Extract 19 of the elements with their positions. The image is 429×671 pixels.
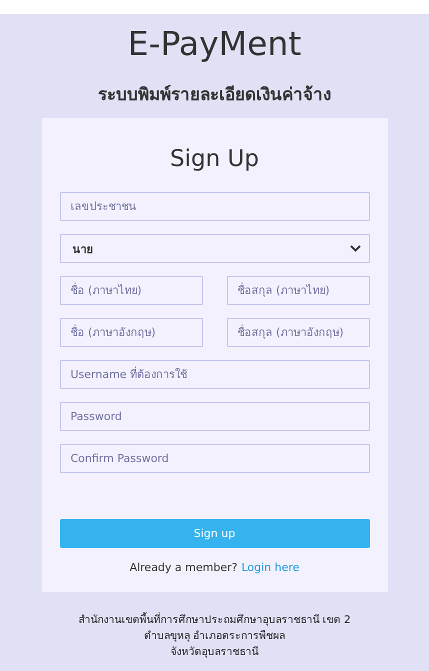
footer-text: สำนักงานเขตพื้นที่การศึกษาประถมศึกษาอุบลราชธานี เขต 2 — [78, 612, 351, 628]
input-field[interactable]: ชื่อ (ภาษาอังกฤษ) — [60, 318, 202, 347]
member-prompt: Already a member? — [130, 561, 238, 574]
app-subtitle: ระบบพิมพ์รายละเอียดเงินค่าจ้าง — [98, 84, 331, 107]
password-field[interactable]: Confirm Password — [60, 444, 370, 473]
password-field[interactable]: Password — [60, 402, 370, 431]
login-link[interactable]: Login here — [241, 561, 300, 574]
footer-text: ตำบลขุหลุ อำเภอตระการพืชผล — [142, 629, 286, 644]
form-title: Sign Up — [169, 145, 260, 174]
input-field[interactable]: ชื่อ (ภาษาไทย) — [60, 276, 202, 305]
input-field[interactable]: ชื่อสกุล (ภาษาอังกฤษ) — [226, 318, 370, 347]
chevron-down-icon — [350, 245, 360, 252]
app-title: E-PayMent — [128, 24, 302, 64]
footer-text: จังหวัดอุบลราชธานี — [169, 645, 260, 660]
input-field[interactable]: ชื่อสกุล (ภาษาไทย) — [226, 276, 370, 305]
input-field[interactable]: Username ที่ต้องการใช้ — [60, 360, 370, 389]
input-field[interactable]: เลขประชาชน — [60, 192, 370, 221]
title-select[interactable]: นาย — [60, 234, 370, 263]
signup-button[interactable]: Sign up — [60, 519, 370, 548]
